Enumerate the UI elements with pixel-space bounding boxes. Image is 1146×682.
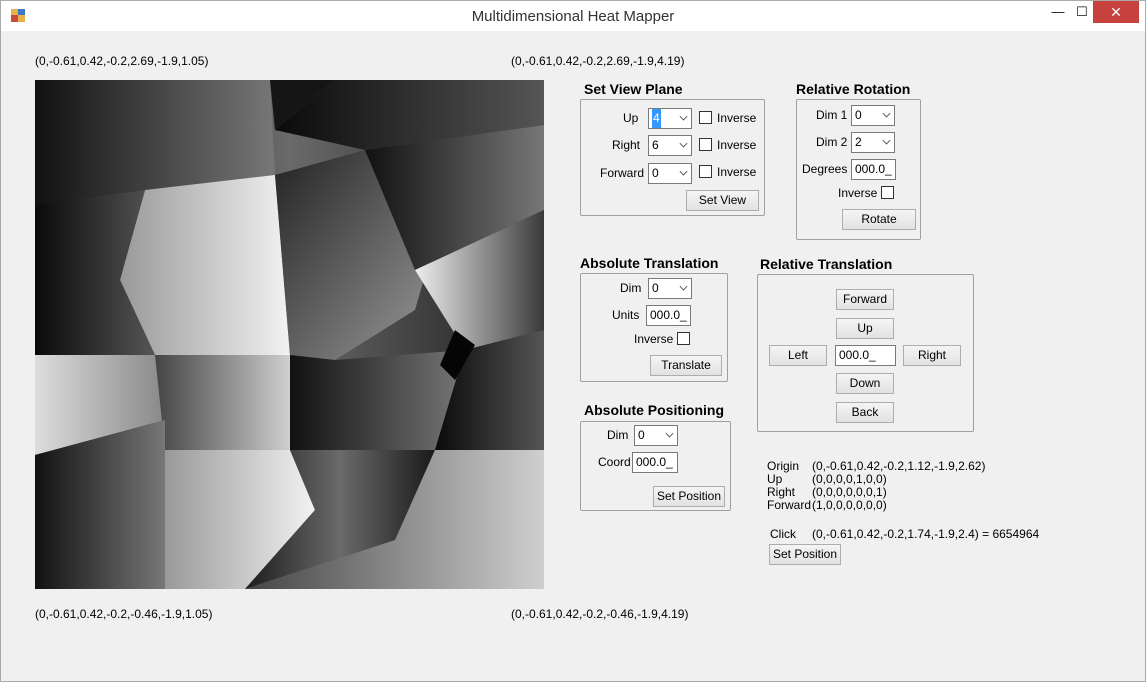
units-label: Units	[612, 308, 640, 322]
info-right-label: Right	[767, 485, 796, 499]
forward-inverse-checkbox[interactable]	[699, 165, 712, 178]
chevron-down-icon	[679, 282, 688, 291]
relative-translation-input[interactable]: 000.0_	[835, 345, 896, 366]
right-dim-value: 6	[652, 138, 659, 152]
set-position-button[interactable]: Set Position	[653, 486, 725, 507]
dim2-value: 2	[855, 135, 862, 149]
translate-button[interactable]: Translate	[650, 355, 722, 376]
up-dim-value: 4	[652, 109, 661, 128]
coord-input[interactable]: 000.0_	[632, 452, 678, 473]
title-bar[interactable]: Multidimensional Heat Mapper — ☐ ✕	[1, 1, 1145, 31]
up-label: Up	[623, 111, 639, 125]
translation-dim-label: Dim	[620, 281, 642, 295]
move-forward-button[interactable]: Forward	[836, 289, 894, 310]
close-button[interactable]: ✕	[1093, 1, 1139, 23]
chevron-down-icon	[882, 136, 891, 145]
info-forward-label: Forward	[767, 498, 812, 512]
move-right-button[interactable]: Right	[903, 345, 961, 366]
origin-value: (0,-0.61,0.42,-0.2,1.12,-1.9,2.62)	[812, 459, 986, 473]
position-dim-value: 0	[638, 428, 645, 442]
up-inverse-label: Inverse	[717, 111, 757, 125]
right-inverse-checkbox[interactable]	[699, 138, 712, 151]
corner-bottom-left-label: (0,-0.61,0.42,-0.2,-0.46,-1.9,1.05)	[35, 607, 213, 621]
dim1-value: 0	[855, 108, 862, 122]
forward-dim-select[interactable]: 0	[648, 163, 692, 184]
info-forward-value: (1,0,0,0,0,0,0)	[812, 498, 887, 512]
rotation-inverse-label: Inverse	[838, 186, 878, 200]
right-inverse-label: Inverse	[717, 138, 757, 152]
relative-translation-title: Relative Translation	[760, 256, 893, 272]
forward-label: Forward	[600, 166, 645, 180]
relative-rotation-title: Relative Rotation	[796, 81, 911, 97]
up-dim-select[interactable]: 4	[648, 108, 692, 129]
chevron-down-icon	[882, 109, 891, 118]
units-input[interactable]: 000.0_	[646, 305, 691, 326]
coord-label: Coord	[598, 455, 631, 469]
move-down-button[interactable]: Down	[836, 373, 894, 394]
click-set-position-button[interactable]: Set Position	[769, 544, 841, 565]
dim2-select[interactable]: 2	[851, 132, 895, 153]
chevron-down-icon	[679, 167, 688, 176]
rotate-button[interactable]: Rotate	[842, 209, 916, 230]
set-view-button[interactable]: Set View	[686, 190, 759, 211]
move-up-button[interactable]: Up	[836, 318, 894, 339]
heatmap-image	[35, 80, 544, 589]
corner-bottom-right-label: (0,-0.61,0.42,-0.2,-0.46,-1.9,4.19)	[511, 607, 689, 621]
translation-dim-value: 0	[652, 281, 659, 295]
move-left-button[interactable]: Left	[769, 345, 827, 366]
window-title: Multidimensional Heat Mapper	[471, 8, 675, 25]
position-dim-select[interactable]: 0	[634, 425, 678, 446]
translation-dim-select[interactable]: 0	[648, 278, 692, 299]
info-right-value: (0,0,0,0,0,0,1)	[812, 485, 887, 499]
view-plane-title: Set View Plane	[584, 81, 683, 97]
translation-inverse-label: Inverse	[634, 332, 674, 346]
corner-top-right-label: (0,-0.61,0.42,-0.2,2.69,-1.9,4.19)	[511, 54, 685, 68]
degrees-input[interactable]: 000.0_	[851, 159, 896, 180]
heatmap-canvas[interactable]	[35, 80, 544, 589]
translation-inverse-checkbox[interactable]	[677, 332, 690, 345]
dim1-select[interactable]: 0	[851, 105, 895, 126]
corner-top-left-label: (0,-0.61,0.42,-0.2,2.69,-1.9,1.05)	[35, 54, 209, 68]
up-inverse-checkbox[interactable]	[699, 111, 712, 124]
info-up-value: (0,0,0,0,1,0,0)	[812, 472, 887, 486]
chevron-down-icon	[665, 429, 674, 438]
position-dim-label: Dim	[607, 428, 629, 442]
click-value: (0,-0.61,0.42,-0.2,1.74,-1.9,2.4) = 6654…	[812, 527, 1040, 541]
absolute-translation-title: Absolute Translation	[580, 255, 719, 271]
forward-dim-value: 0	[652, 166, 659, 180]
click-label: Click	[770, 527, 796, 541]
right-dim-select[interactable]: 6	[648, 135, 692, 156]
main-window: Multidimensional Heat Mapper — ☐ ✕ (0,-0…	[0, 0, 1146, 682]
dim2-label: Dim 2	[816, 135, 848, 149]
rotation-inverse-checkbox[interactable]	[881, 186, 894, 199]
dim1-label: Dim 1	[816, 108, 848, 122]
forward-inverse-label: Inverse	[717, 165, 757, 179]
origin-label: Origin	[767, 459, 800, 473]
chevron-down-icon	[679, 139, 688, 148]
absolute-positioning-title: Absolute Positioning	[584, 402, 724, 418]
move-back-button[interactable]: Back	[836, 402, 894, 423]
chevron-down-icon	[679, 112, 688, 121]
info-up-label: Up	[767, 472, 783, 486]
degrees-label: Degrees	[802, 162, 848, 176]
right-label: Right	[612, 138, 641, 152]
